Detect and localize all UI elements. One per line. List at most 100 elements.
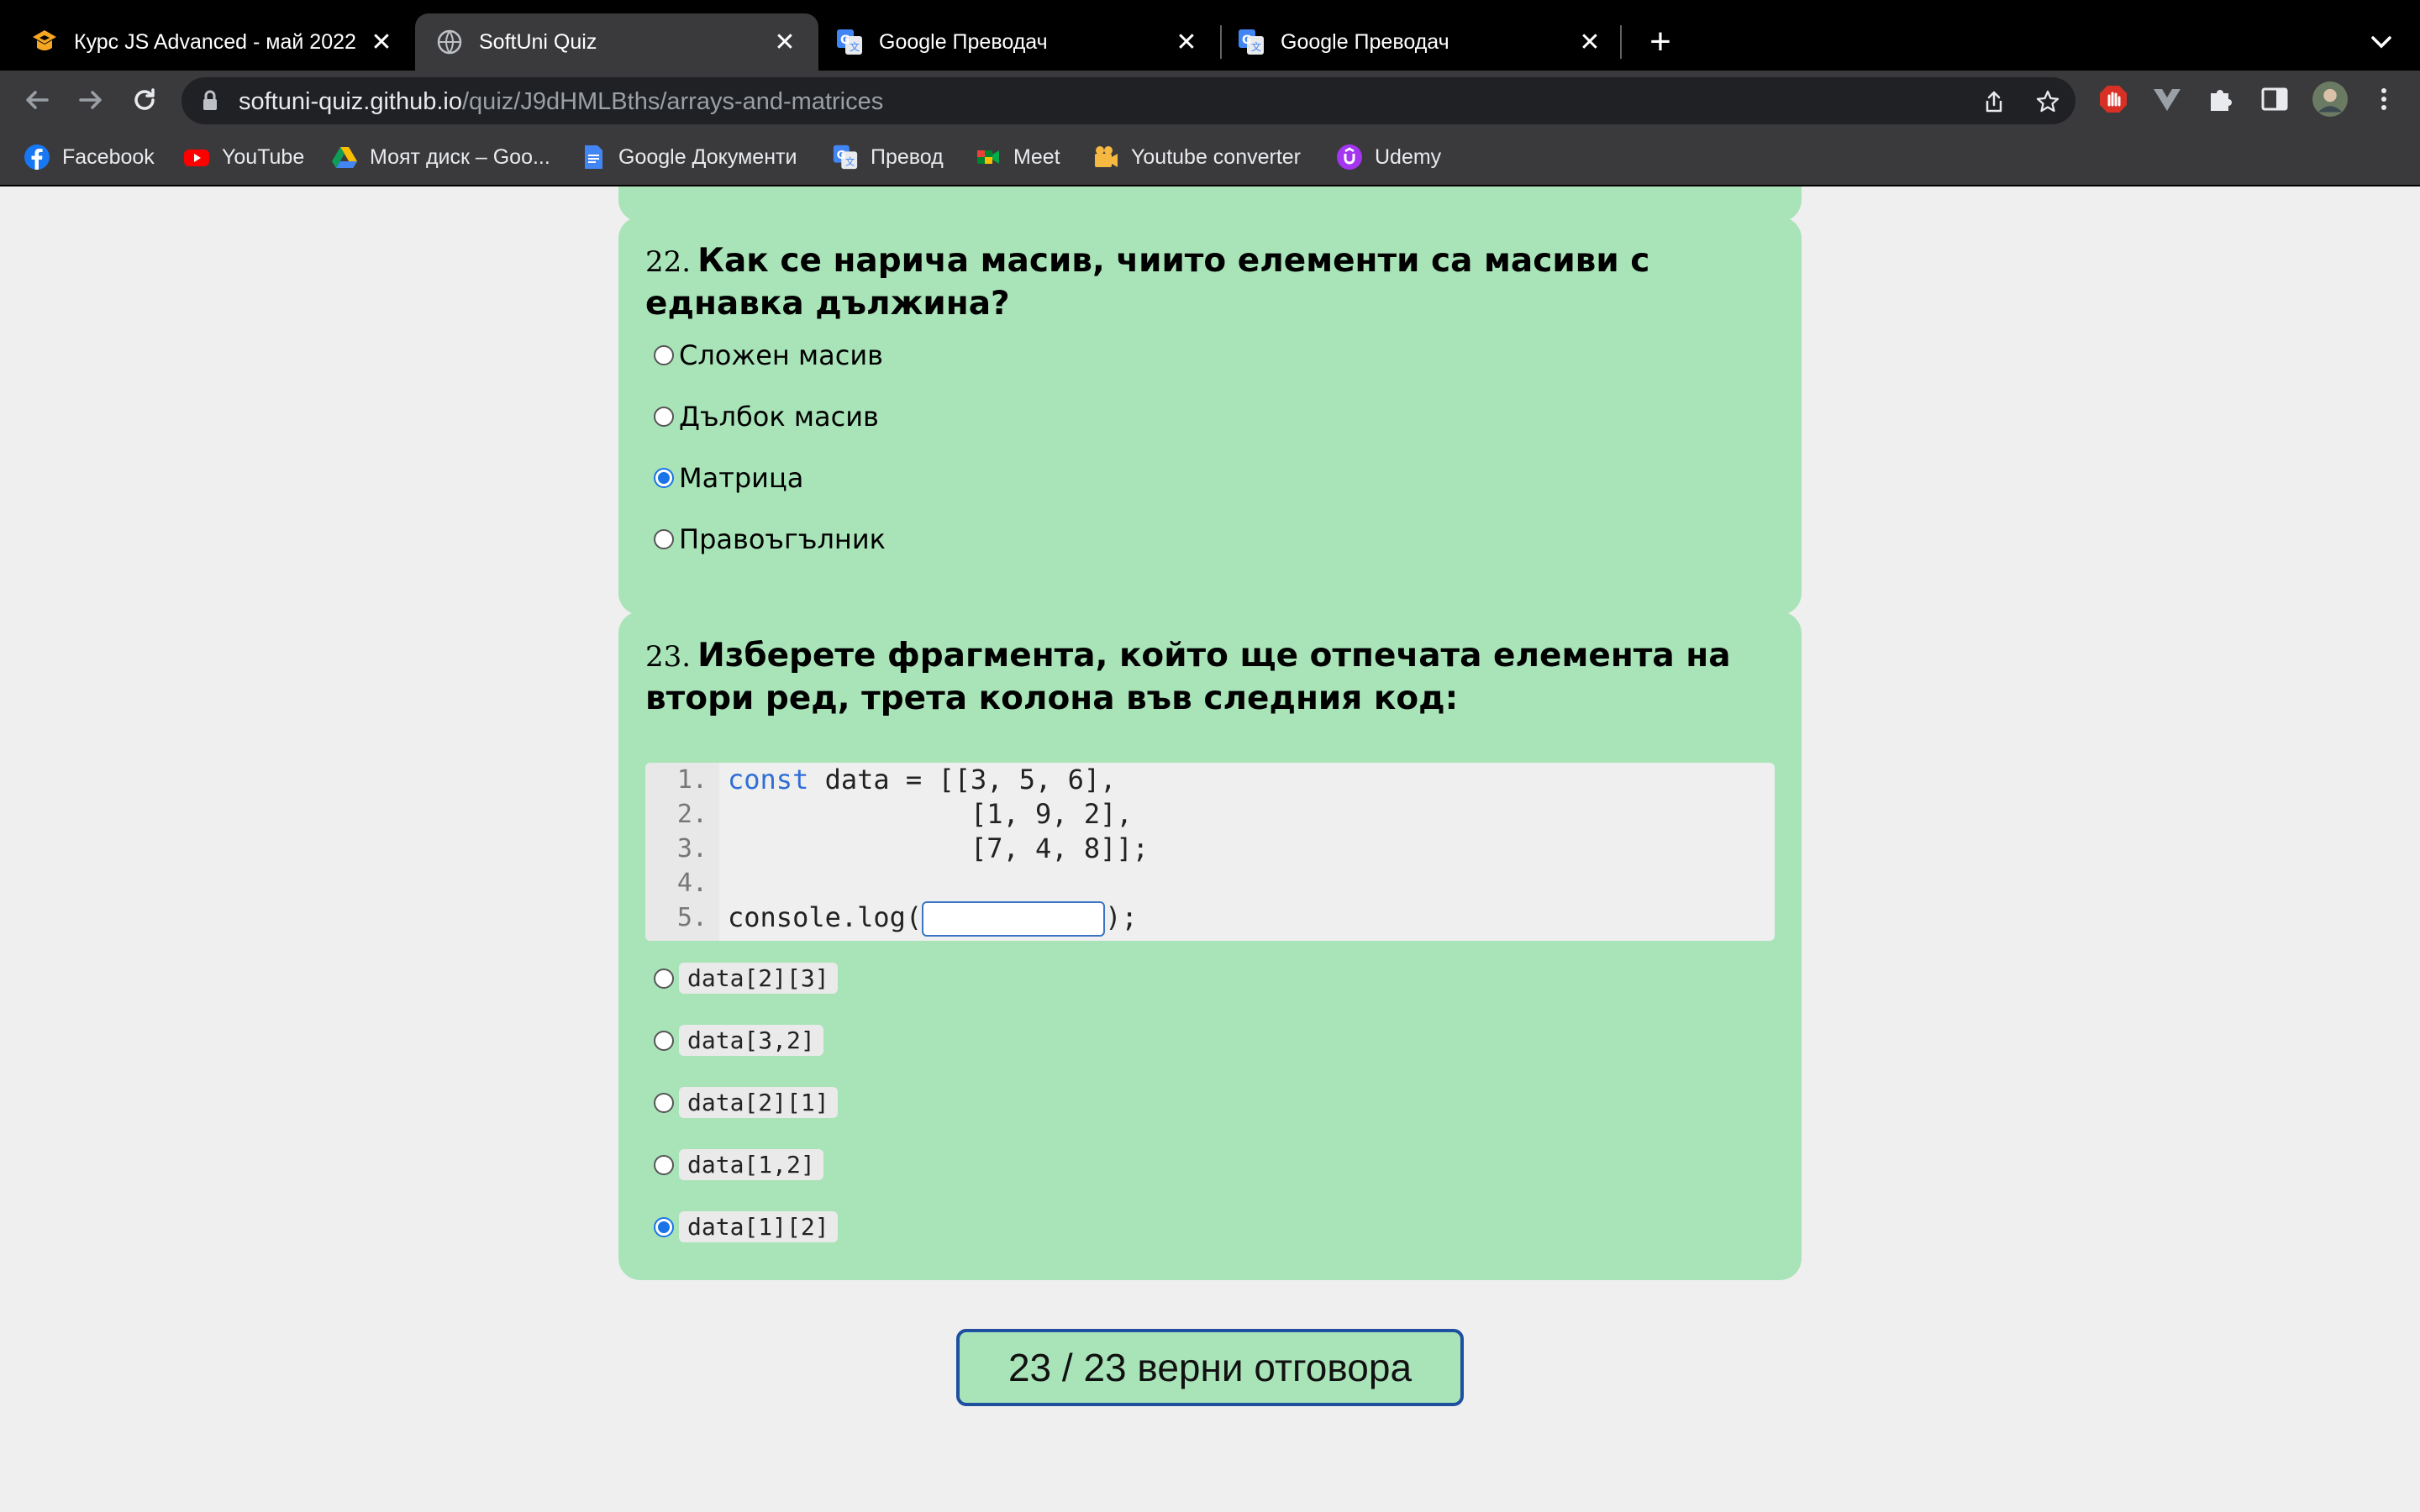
- url-text[interactable]: softuni-quiz.github.io/quiz/J9dHMLBths/a…: [239, 88, 883, 116]
- answer-option[interactable]: data[2][3]: [654, 963, 838, 994]
- code-keyword: const: [728, 764, 809, 795]
- address-bar[interactable]: softuni-quiz.github.io/quiz/J9dHMLBths/a…: [182, 77, 2075, 124]
- question-number: 22.: [645, 245, 692, 279]
- tab-js-advanced[interactable]: Курс JS Advanced - май 2022 ✕: [0, 13, 415, 71]
- tab-separator: [1620, 25, 1622, 59]
- radio-button-selected[interactable]: [654, 468, 674, 488]
- bookmark-label: Youtube converter: [1131, 144, 1302, 169]
- close-icon[interactable]: ✕: [365, 25, 398, 59]
- tab-google-translate-1[interactable]: G 文 Google Преводач ✕: [818, 13, 1220, 71]
- answer-label: data[2][3]: [679, 963, 838, 994]
- lock-icon[interactable]: [198, 89, 222, 113]
- question-card-23: 23. Изберете фрагмента, който ще отпечата…: [618, 612, 1802, 1280]
- radio-button[interactable]: [654, 1092, 674, 1113]
- close-icon[interactable]: ✕: [1170, 25, 1203, 59]
- side-panel-icon[interactable]: [2259, 83, 2291, 115]
- code-text: data = [[3, 5, 6],: [808, 764, 1117, 795]
- quiz-page: 22. Как се нарича масив, чиито елементи с…: [0, 186, 2420, 1512]
- question-title: 22. Как се нарича масив, чиито елементи с…: [645, 240, 1768, 325]
- answer-option[interactable]: Матрица: [654, 462, 803, 494]
- tab-title: SoftUni Quiz: [479, 29, 597, 54]
- line-number: 5.: [676, 903, 708, 932]
- code-text: );: [1105, 901, 1138, 933]
- vue-devtools-icon[interactable]: [2151, 83, 2183, 115]
- answer-option[interactable]: data[1,2]: [654, 1149, 823, 1180]
- softuni-logo-icon: [33, 30, 56, 50]
- radio-button[interactable]: [654, 345, 674, 365]
- bookmark-label: Превод: [871, 144, 944, 169]
- google-docs-icon: [585, 145, 602, 169]
- radio-button[interactable]: [654, 1030, 674, 1051]
- extensions-puzzle-icon[interactable]: [2205, 83, 2237, 115]
- radio-button[interactable]: [654, 1154, 674, 1175]
- line-number: 3.: [676, 834, 708, 864]
- line-number: 1.: [676, 765, 708, 795]
- question-text: Как се нарича масив, чиито елементи са м…: [645, 242, 1650, 323]
- radio-button[interactable]: [654, 968, 674, 989]
- bookmark-facebook[interactable]: Facebook: [24, 142, 155, 172]
- more-menu-icon[interactable]: [2368, 83, 2400, 115]
- code-blank-input[interactable]: [922, 901, 1106, 937]
- bookmark-youtube-converter[interactable]: Youtube converter: [1092, 142, 1301, 172]
- tab-google-translate-2[interactable]: G 文 Google Преводач ✕: [1222, 13, 1623, 71]
- radio-button[interactable]: [654, 529, 674, 549]
- answer-label: Правоъгълник: [679, 523, 886, 555]
- adblock-icon[interactable]: [2097, 83, 2129, 115]
- chevron-down-icon[interactable]: [2365, 25, 2398, 59]
- forward-arrow-icon[interactable]: [74, 83, 108, 117]
- bookmarks-bar: Facebook YouTube Моят диск – Goo... Goog…: [0, 129, 2420, 186]
- reload-icon[interactable]: [128, 83, 161, 117]
- svg-text:文: 文: [850, 40, 860, 53]
- close-icon[interactable]: ✕: [768, 25, 802, 59]
- question-number: 23.: [645, 640, 692, 674]
- line-number: 2.: [676, 800, 708, 829]
- avatar[interactable]: [2312, 81, 2348, 117]
- answer-option[interactable]: Правоъгълник: [654, 523, 886, 555]
- bookmark-label: Meet: [1013, 144, 1060, 169]
- tab-title: Курс JS Advanced - май 2022: [74, 29, 356, 54]
- close-icon[interactable]: ✕: [1573, 25, 1607, 59]
- new-tab-icon[interactable]: +: [1640, 22, 1681, 62]
- radio-button-selected[interactable]: [654, 1216, 674, 1237]
- code-text: console.log(: [728, 901, 923, 933]
- code-line: const data = [[3, 5, 6],: [728, 763, 1116, 797]
- bookmark-google-drive[interactable]: Моят диск – Goo...: [331, 142, 550, 172]
- code-line: console.log();: [728, 900, 1138, 937]
- browser-toolbar: softuni-quiz.github.io/quiz/J9dHMLBths/a…: [0, 71, 2420, 129]
- youtube-icon: [184, 150, 209, 166]
- facebook-icon: [24, 144, 50, 170]
- question-card-22: 22. Как се нарича масив, чиито елементи с…: [618, 217, 1802, 615]
- google-meet-icon: [977, 150, 999, 164]
- bookmark-google-docs[interactable]: Google Документи: [580, 142, 797, 172]
- tab-softuni-quiz[interactable]: SoftUni Quiz ✕: [415, 13, 818, 71]
- google-drive-icon: [332, 147, 357, 168]
- bookmark-star-icon[interactable]: [2035, 89, 2060, 114]
- answer-option[interactable]: data[2][1]: [654, 1087, 838, 1118]
- answer-label: data[3,2]: [679, 1025, 823, 1056]
- svg-text:文: 文: [1251, 40, 1261, 53]
- code-line: [7, 4, 8]];: [728, 832, 1149, 864]
- answer-option[interactable]: data[3,2]: [654, 1025, 823, 1056]
- bookmark-udemy[interactable]: Udemy: [1336, 142, 1441, 172]
- converter-icon: [1095, 146, 1118, 167]
- google-translate-icon: G 文: [837, 29, 862, 55]
- score-result: 23 / 23 верни отговора: [956, 1329, 1464, 1406]
- code-line: [1, 9, 2],: [728, 798, 1133, 830]
- radio-button[interactable]: [654, 407, 674, 427]
- back-arrow-icon[interactable]: [20, 83, 54, 117]
- bookmark-youtube[interactable]: YouTube: [183, 142, 304, 172]
- svg-text:G: G: [840, 34, 850, 47]
- share-icon[interactable]: [1981, 89, 2007, 114]
- question-text: Изберете фрагмента, който ще отпечата ел…: [645, 637, 1731, 717]
- bookmark-translate[interactable]: G 文 Превод: [832, 142, 944, 172]
- answer-option[interactable]: Дълбок масив: [654, 401, 879, 433]
- answer-option[interactable]: Сложен масив: [654, 339, 883, 371]
- bookmark-label: Google Документи: [618, 144, 797, 169]
- answer-option[interactable]: data[1][2]: [654, 1211, 838, 1242]
- udemy-icon: [1337, 144, 1362, 170]
- line-number: 4.: [676, 869, 708, 898]
- bookmark-label: YouTube: [222, 144, 305, 169]
- answer-label: Дълбок масив: [679, 401, 879, 433]
- bookmark-meet[interactable]: Meet: [975, 142, 1060, 172]
- globe-icon: [437, 29, 462, 55]
